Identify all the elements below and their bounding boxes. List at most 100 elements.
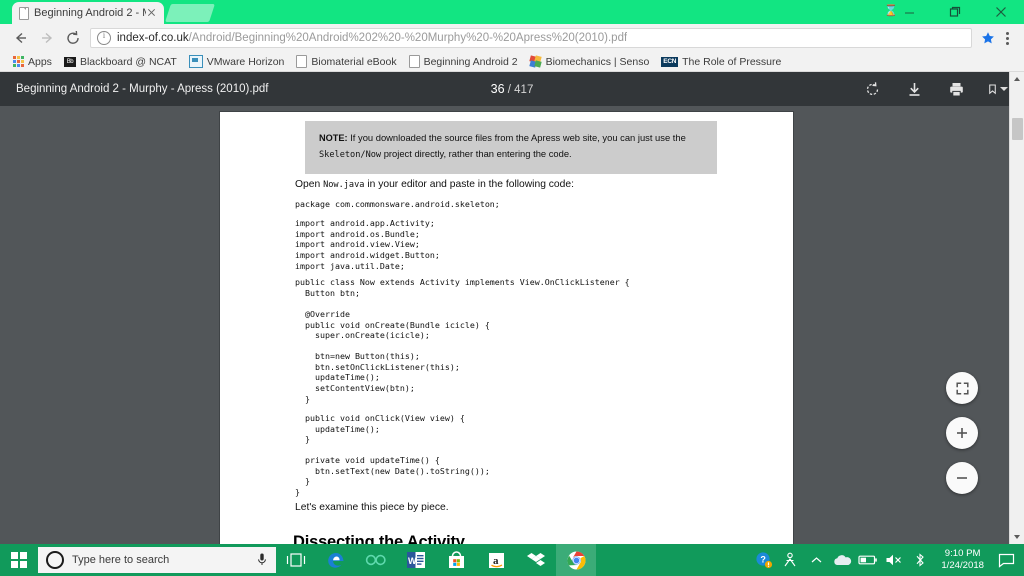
intro-text-b: in your editor and paste in the followin… bbox=[364, 179, 574, 190]
biomechanics-icon bbox=[530, 56, 542, 68]
microphone-icon[interactable] bbox=[256, 552, 270, 568]
outro-paragraph: Let's examine this piece by piece. bbox=[295, 501, 449, 515]
page-icon bbox=[296, 55, 307, 68]
minimize-icon[interactable] bbox=[886, 0, 932, 24]
zoom-in-button[interactable] bbox=[946, 417, 978, 449]
pdf-page-separator: / bbox=[508, 84, 511, 96]
word-icon[interactable]: W bbox=[396, 544, 436, 576]
clock-time: 9:10 PM bbox=[945, 548, 981, 560]
clock-date: 1/24/2018 bbox=[941, 560, 984, 572]
print-icon[interactable] bbox=[946, 79, 966, 99]
bookmark-vmware-horizon[interactable]: VMware Horizon bbox=[184, 54, 290, 69]
pdf-current-page[interactable]: 36 bbox=[491, 82, 505, 96]
code-updatetime: private void updateTime() { btn.setText(… bbox=[295, 455, 490, 498]
svg-text:?: ? bbox=[761, 555, 767, 565]
people-icon[interactable] bbox=[777, 544, 803, 576]
bookmark-biomechanics[interactable]: Biomechanics | Senso bbox=[525, 55, 655, 69]
show-hidden-icons-icon[interactable] bbox=[803, 544, 829, 576]
pdf-toolbar-actions bbox=[862, 79, 1008, 99]
back-arrow-icon[interactable] bbox=[8, 26, 34, 50]
url-domain: index-of.co.uk bbox=[117, 32, 189, 44]
new-tab-button[interactable] bbox=[165, 4, 215, 22]
chrome-browser-window: Beginning Android 2 - M ⌛ bbox=[0, 0, 1024, 544]
bookmark-blackboard[interactable]: Bb Blackboard @ NCAT bbox=[59, 55, 182, 69]
bookmark-beginning-android-2[interactable]: Beginning Android 2 bbox=[404, 54, 523, 69]
note-text-line2: project directly, rather than entering t… bbox=[384, 148, 572, 159]
windows-taskbar: Type here to search W a bbox=[0, 544, 1024, 576]
section-heading: Dissecting the Activity bbox=[293, 533, 465, 544]
bookmark-star-icon[interactable] bbox=[978, 28, 998, 48]
page-icon bbox=[18, 7, 29, 20]
bookmarks-bar: Apps Bb Blackboard @ NCAT VMware Horizon… bbox=[0, 52, 1024, 72]
chrome-icon[interactable] bbox=[556, 544, 596, 576]
maximize-icon[interactable] bbox=[932, 0, 978, 24]
intro-text-a: Open bbox=[295, 179, 323, 190]
vertical-scrollbar[interactable] bbox=[1009, 72, 1024, 544]
code-onclick: public void onClick(View view) { updateT… bbox=[295, 413, 465, 445]
pdf-page-viewport[interactable]: NOTE: If you downloaded the source files… bbox=[0, 106, 1010, 544]
close-icon[interactable] bbox=[146, 7, 158, 19]
note-callout: NOTE: If you downloaded the source files… bbox=[305, 121, 717, 174]
help-support-icon[interactable]: ? bbox=[751, 544, 777, 576]
microsoft-store-icon[interactable] bbox=[436, 544, 476, 576]
close-icon[interactable] bbox=[978, 0, 1024, 24]
code-class: public class Now extends Activity implem… bbox=[295, 277, 630, 298]
address-bar-url: index-of.co.uk/Android/Beginning%20Andro… bbox=[117, 32, 627, 44]
bookmark-biomaterial-ebook[interactable]: Biomaterial eBook bbox=[291, 54, 401, 69]
svg-text:W: W bbox=[408, 556, 417, 566]
address-bar[interactable]: index-of.co.uk/Android/Beginning%20Andro… bbox=[90, 28, 972, 48]
chevron-down-icon[interactable] bbox=[1000, 87, 1008, 91]
code-package: package com.commonsware.android.skeleton… bbox=[295, 199, 500, 210]
loop-icon[interactable] bbox=[356, 544, 396, 576]
forward-arrow-icon[interactable] bbox=[34, 26, 60, 50]
bookmark-label: The Role of Pressure bbox=[682, 56, 781, 68]
svg-text:a: a bbox=[493, 555, 499, 567]
tab-title: Beginning Android 2 - M bbox=[34, 7, 146, 19]
taskbar-apps: W a bbox=[276, 544, 596, 576]
windows-start-icon[interactable] bbox=[0, 544, 38, 576]
battery-icon[interactable] bbox=[855, 544, 881, 576]
task-view-icon[interactable] bbox=[276, 544, 316, 576]
dropbox-icon[interactable] bbox=[516, 544, 556, 576]
system-tray: ? 9:10 PM 1/24/2018 bbox=[751, 544, 1024, 576]
note-label: NOTE: bbox=[319, 133, 348, 143]
bookmark-role-of-pressure[interactable]: ECN The Role of Pressure bbox=[656, 55, 786, 69]
bookmark-apps[interactable]: Apps bbox=[8, 55, 57, 69]
pdf-filename: Beginning Android 2 - Murphy - Apress (2… bbox=[16, 83, 269, 95]
search-input[interactable]: Type here to search bbox=[38, 547, 276, 573]
onedrive-icon[interactable] bbox=[829, 544, 855, 576]
rotate-icon[interactable] bbox=[862, 79, 882, 99]
volume-muted-icon[interactable] bbox=[881, 544, 907, 576]
taskbar-clock[interactable]: 9:10 PM 1/24/2018 bbox=[933, 548, 992, 572]
three-dot-menu-icon[interactable] bbox=[998, 27, 1016, 49]
note-text-line1: If you downloaded the source files from … bbox=[350, 132, 686, 143]
window-controls bbox=[886, 0, 1024, 24]
edge-icon[interactable] bbox=[316, 544, 356, 576]
search-circle-icon bbox=[46, 551, 64, 569]
pdf-toolbar: Beginning Android 2 - Murphy - Apress (2… bbox=[0, 72, 1024, 106]
browser-tab[interactable]: Beginning Android 2 - M bbox=[12, 2, 164, 24]
code-imports: import android.app.Activity; import andr… bbox=[295, 218, 440, 272]
bookmark-icon[interactable] bbox=[988, 79, 1008, 99]
zoom-out-button[interactable] bbox=[946, 462, 978, 494]
scroll-up-icon[interactable] bbox=[1010, 72, 1024, 86]
note-mono-path: Skeleton/Now bbox=[319, 150, 381, 160]
blackboard-icon: Bb bbox=[64, 57, 76, 67]
scroll-down-icon[interactable] bbox=[1010, 530, 1024, 544]
scrollbar-thumb[interactable] bbox=[1012, 118, 1023, 140]
code-setup: btn=new Button(this); btn.setOnClickList… bbox=[295, 351, 460, 405]
bluetooth-icon[interactable] bbox=[907, 544, 933, 576]
amazon-icon[interactable]: a bbox=[476, 544, 516, 576]
bookmark-label: Biomaterial eBook bbox=[311, 56, 396, 68]
pdf-viewer: Beginning Android 2 - Murphy - Apress (2… bbox=[0, 72, 1024, 544]
search-placeholder: Type here to search bbox=[72, 554, 256, 566]
intro-mono: Now.java bbox=[323, 180, 364, 190]
bookmark-label: Beginning Android 2 bbox=[424, 56, 518, 68]
info-circle-icon bbox=[97, 31, 111, 45]
code-oncreate: @Override public void onCreate(Bundle ic… bbox=[295, 309, 490, 341]
action-center-icon[interactable] bbox=[992, 544, 1020, 576]
reload-icon[interactable] bbox=[60, 26, 86, 50]
download-icon[interactable] bbox=[904, 79, 924, 99]
pdf-page: NOTE: If you downloaded the source files… bbox=[220, 112, 793, 544]
fit-page-button[interactable] bbox=[946, 372, 978, 404]
